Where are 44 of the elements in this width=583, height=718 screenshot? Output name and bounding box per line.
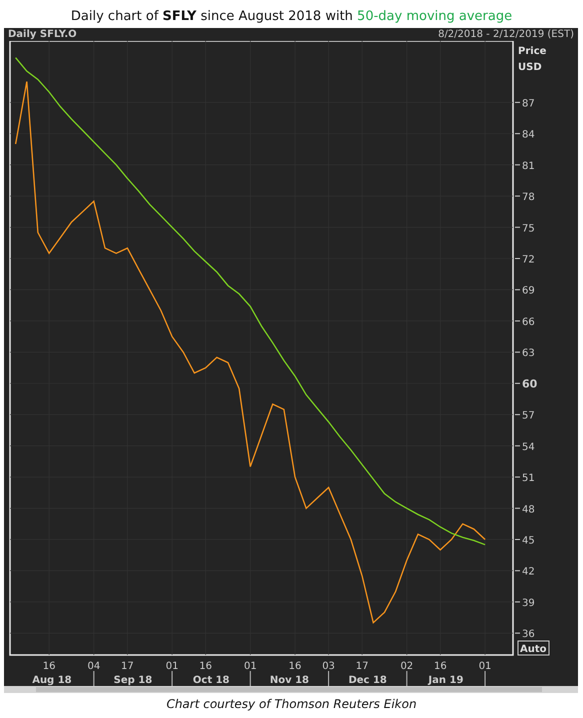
month-label: Aug 18 — [32, 675, 72, 686]
chart-caption: Chart courtesy of Thomson Reuters Eikon — [165, 697, 418, 711]
y-tick-label: 84 — [522, 130, 535, 141]
month-label: Oct 18 — [192, 675, 230, 686]
x-tick-label: 01 — [166, 661, 178, 672]
y-tick-label: 36 — [522, 629, 535, 640]
y-tick-label: 72 — [522, 254, 535, 266]
x-tick-label: 17 — [121, 661, 134, 672]
month-label: Nov 18 — [270, 675, 310, 686]
y-tick-label: 63 — [522, 348, 535, 360]
x-tick-label: 16 — [434, 661, 447, 672]
y-tick-label: 81 — [522, 160, 535, 172]
x-tick-label: 01 — [478, 661, 492, 672]
instrument-label: Daily SFLY.O — [8, 29, 77, 40]
y-tick-label: 60 — [522, 377, 538, 390]
y-tick-label: 66 — [522, 316, 535, 328]
y-tick-label: 78 — [522, 192, 535, 204]
month-label: Dec 18 — [348, 675, 387, 686]
y-tick-label: 45 — [522, 535, 535, 546]
month-label: Jan 19 — [428, 675, 464, 686]
y-tick-label: 54 — [522, 442, 535, 453]
x-tick-label: 17 — [356, 661, 368, 672]
auto-button[interactable]: Auto — [518, 640, 550, 656]
date-range: 8/2/2018 - 2/12/2019 (EST) — [438, 29, 574, 40]
x-tick-label: 02 — [400, 661, 414, 672]
y-tick-label: 42 — [522, 566, 535, 578]
x-tick-label: 16 — [199, 661, 212, 672]
scrollbar[interactable] — [4, 686, 578, 693]
y-tick-label: 69 — [522, 286, 535, 297]
month-label: Sep 18 — [114, 675, 152, 686]
chart-title: Daily chart of SFLY since August 2018 with 50-day moving average — [70, 8, 514, 26]
axis-unit: USD — [518, 62, 542, 73]
x-tick-label: 16 — [288, 661, 302, 672]
x-tick-label: 16 — [42, 661, 56, 672]
x-tick-label: 01 — [244, 661, 257, 672]
y-tick-label: 48 — [522, 504, 535, 516]
y-tick-label: 39 — [522, 598, 535, 609]
x-tick-label: 04 — [87, 661, 100, 672]
y-tick-label: 57 — [522, 410, 535, 422]
y-tick-label: 51 — [522, 473, 535, 484]
axis-title: Price — [518, 46, 546, 57]
y-tick-label: 75 — [522, 223, 535, 234]
x-tick-label: 03 — [322, 661, 335, 672]
y-tick-label: 87 — [522, 98, 535, 110]
